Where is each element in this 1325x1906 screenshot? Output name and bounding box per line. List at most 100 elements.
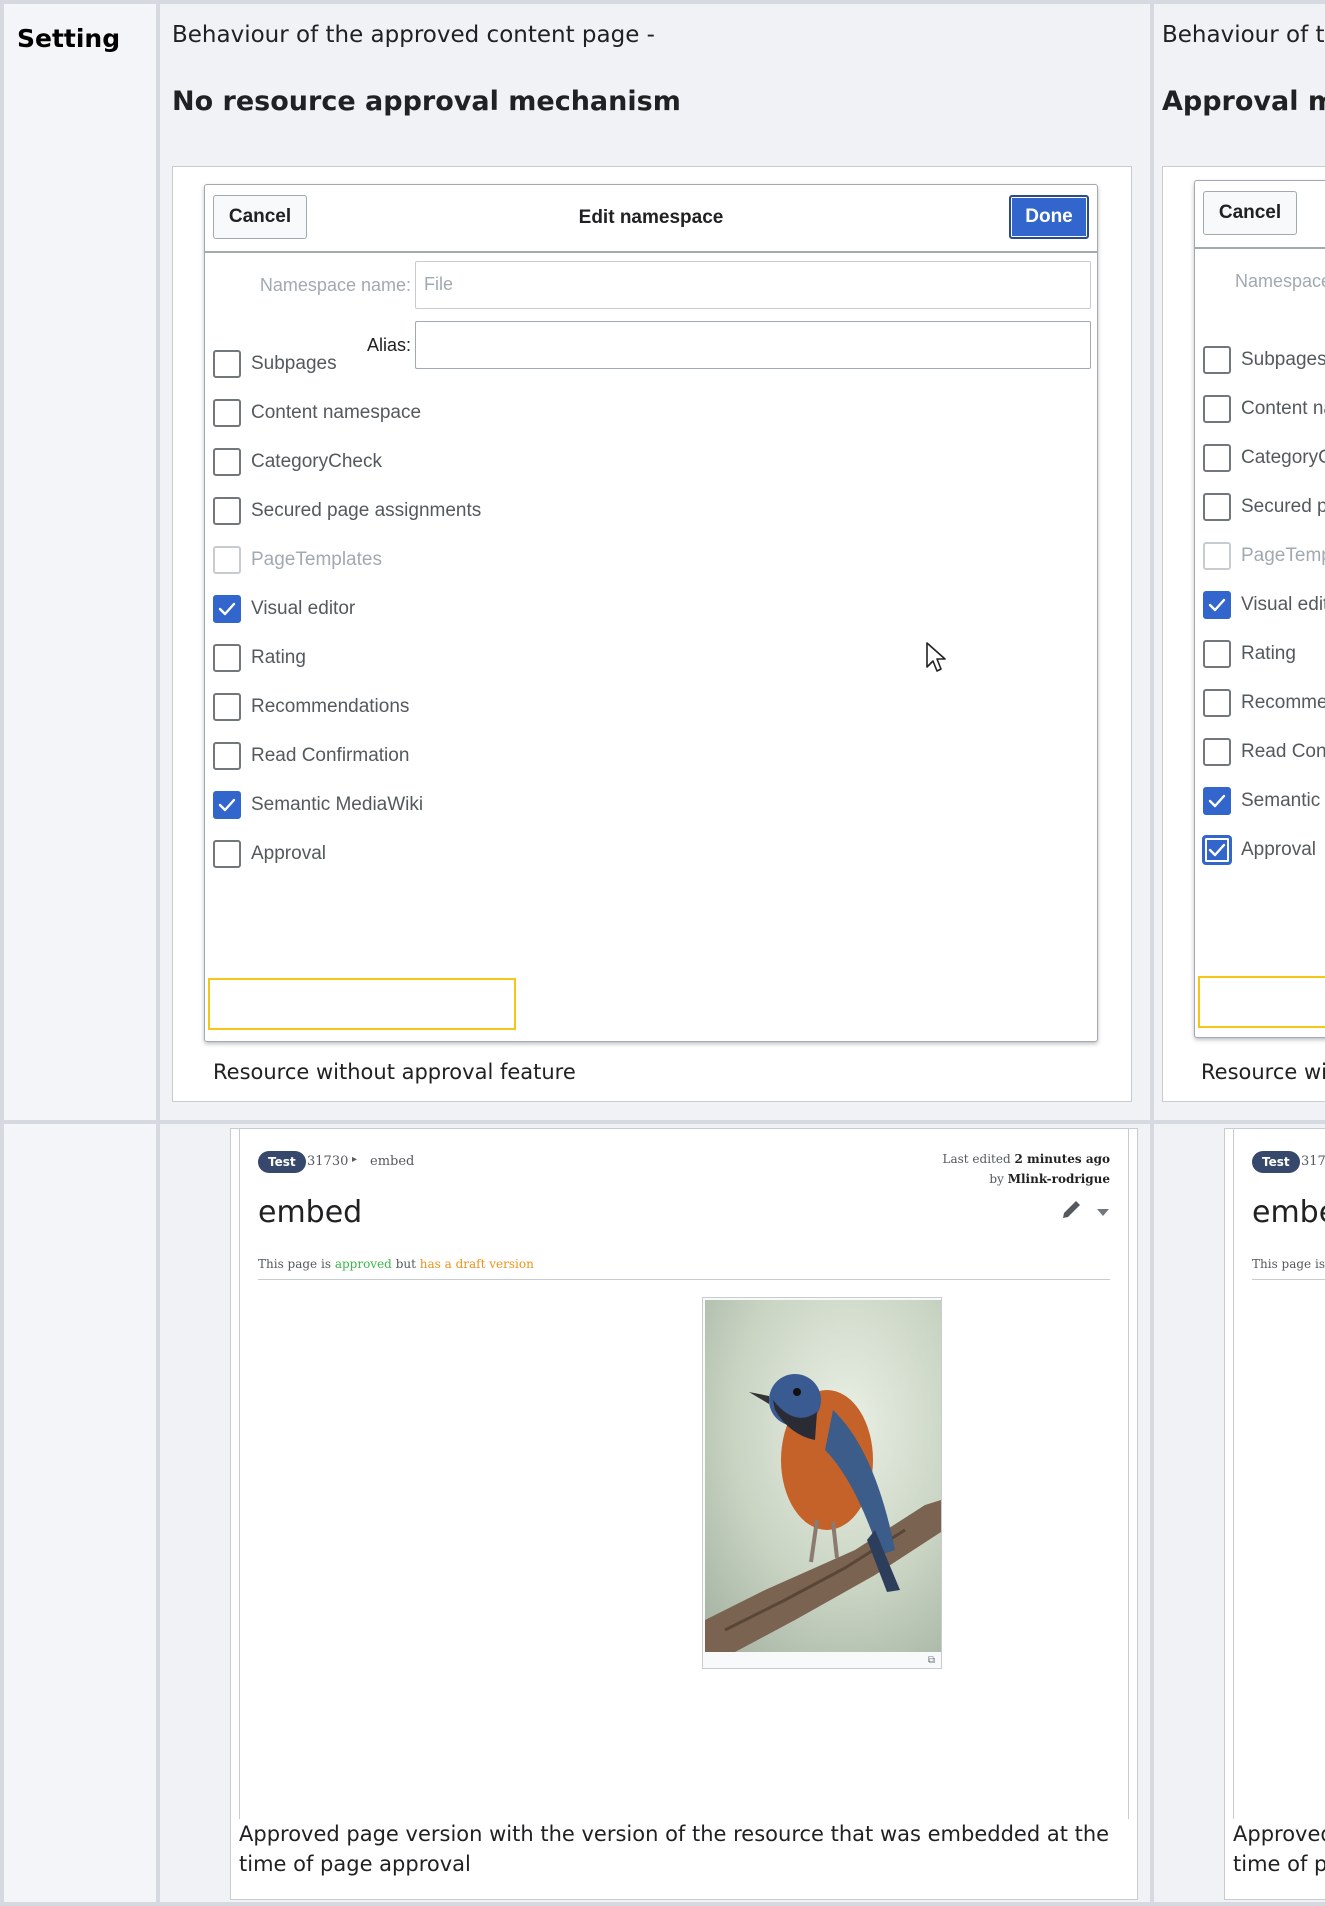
column-title: No resource approval mechanism bbox=[172, 86, 681, 117]
column-clip: Behaviour of the approved content page -… bbox=[1154, 4, 1325, 1120]
option-recommendations[interactable]: Recommendations bbox=[1203, 686, 1325, 720]
checkbox-icon[interactable] bbox=[213, 546, 241, 574]
option-secured-page-assignments[interactable]: Secured page assignments bbox=[1203, 490, 1325, 524]
option-recommendations[interactable]: Recommendations bbox=[213, 690, 409, 724]
breadcrumb-page[interactable]: embed bbox=[370, 1154, 414, 1169]
option-visual-editor[interactable]: Visual editor bbox=[213, 592, 355, 626]
option-label: Semantic MediaWiki bbox=[1241, 790, 1325, 811]
checkbox-icon[interactable] bbox=[1203, 542, 1231, 570]
option-rating[interactable]: Rating bbox=[213, 641, 306, 675]
row-label-cell bbox=[0, 1120, 160, 1906]
last-edited-prefix: Last edited bbox=[942, 1152, 1011, 1166]
option-semantic-mediawiki[interactable]: Semantic MediaWiki bbox=[213, 788, 423, 822]
checkbox-icon[interactable] bbox=[213, 840, 241, 868]
option-label: Secured page assignments bbox=[251, 500, 482, 521]
column-cell-approval: Behaviour of the approved content page -… bbox=[1150, 0, 1325, 1124]
column-intro: Behaviour of the approved content page - bbox=[172, 22, 655, 48]
status-approved[interactable]: approved bbox=[335, 1257, 392, 1271]
option-secured-page-assignments[interactable]: Secured page assignments bbox=[213, 494, 481, 528]
dialog-header: Cancel Edit namespace Done bbox=[205, 185, 1097, 253]
chevron-down-icon[interactable] bbox=[1096, 1203, 1110, 1222]
embedded-image[interactable]: ⧉ bbox=[702, 1297, 942, 1669]
divider bbox=[1252, 1279, 1325, 1280]
option-label: Rating bbox=[251, 647, 306, 668]
dialog-thumbnail: Cancel Edit namespace Done Namespace nam… bbox=[172, 166, 1132, 1102]
option-label: PageTemplates bbox=[251, 549, 382, 570]
checkbox-icon[interactable] bbox=[1203, 444, 1231, 472]
checkbox-icon[interactable] bbox=[213, 350, 241, 378]
option-label: Read Confirmation bbox=[1241, 741, 1325, 762]
option-subpages[interactable]: Subpages bbox=[213, 347, 337, 381]
checkbox-icon[interactable] bbox=[213, 693, 241, 721]
option-label: Visual editor bbox=[1241, 594, 1325, 615]
option-label: Subpages bbox=[251, 353, 337, 374]
checkbox-icon[interactable] bbox=[213, 791, 241, 819]
checkbox-icon[interactable] bbox=[213, 644, 241, 672]
checkbox-icon[interactable] bbox=[1203, 395, 1231, 423]
checkbox-icon[interactable] bbox=[1203, 640, 1231, 668]
namespace-name-label: Namespace name: bbox=[1235, 271, 1325, 291]
option-pagetemplates[interactable]: PageTemplates bbox=[213, 543, 382, 577]
option-content-namespace[interactable]: Content namespace bbox=[213, 396, 421, 430]
enlarge-icon[interactable]: ⧉ bbox=[928, 1655, 935, 1666]
option-categorycheck[interactable]: CategoryCheck bbox=[1203, 441, 1325, 475]
checkbox-icon[interactable] bbox=[1203, 836, 1231, 864]
breadcrumb-id[interactable]: 31730 bbox=[1301, 1154, 1325, 1169]
option-read-confirmation[interactable]: Read Confirmation bbox=[213, 739, 409, 773]
option-visual-editor[interactable]: Visual editor bbox=[1203, 588, 1325, 622]
comparison-table: Setting Behaviour of the approved conten… bbox=[0, 0, 1325, 1906]
header-label: Setting bbox=[17, 24, 121, 53]
page-cell-approval: Test31730▸embedLast edited 2 minutes ago… bbox=[1150, 1120, 1325, 1906]
edit-pencil-icon[interactable] bbox=[1060, 1197, 1084, 1225]
checkbox-icon[interactable] bbox=[1203, 689, 1231, 717]
alias-field[interactable] bbox=[415, 321, 1091, 369]
namespace-badge[interactable]: Test bbox=[1252, 1151, 1300, 1173]
checkbox-icon[interactable] bbox=[213, 399, 241, 427]
option-label: CategoryCheck bbox=[251, 451, 382, 472]
option-pagetemplates[interactable]: PageTemplates bbox=[1203, 539, 1325, 573]
option-approval[interactable]: Approval bbox=[1203, 833, 1316, 867]
page-caption: Approved page version with the version o… bbox=[239, 1822, 1110, 1876]
checkbox-icon[interactable] bbox=[213, 448, 241, 476]
option-label: Approval bbox=[1241, 839, 1316, 860]
option-rating[interactable]: Rating bbox=[1203, 637, 1296, 671]
checkbox-icon[interactable] bbox=[213, 595, 241, 623]
dialog-caption: Resource with approval feature bbox=[1201, 1060, 1325, 1084]
option-label: Secured page assignments bbox=[1241, 496, 1325, 517]
namespace-badge[interactable]: Test bbox=[258, 1151, 306, 1173]
option-label: PageTemplates bbox=[1241, 545, 1325, 566]
checkbox-icon[interactable] bbox=[1203, 738, 1231, 766]
divider bbox=[258, 1279, 1110, 1280]
breadcrumb-id[interactable]: 31730 bbox=[307, 1154, 348, 1169]
last-edited-time[interactable]: 2 minutes ago bbox=[1014, 1152, 1110, 1166]
mouse-cursor-icon bbox=[926, 642, 946, 672]
page-thumbnail: Test31730 ▸ embed Last edited 2 minutes ago… bbox=[230, 1128, 1138, 1900]
option-content-namespace[interactable]: Content namespace bbox=[1203, 392, 1325, 426]
checkbox-icon[interactable] bbox=[1203, 346, 1231, 374]
option-label: Approval bbox=[251, 843, 326, 864]
status-mid: but bbox=[395, 1257, 416, 1271]
checkbox-icon[interactable] bbox=[1203, 591, 1231, 619]
option-semantic-mediawiki[interactable]: Semantic MediaWiki bbox=[1203, 784, 1325, 818]
last-edited-info: Last edited 2 minutes ago by Mlink-rodrig… bbox=[943, 1149, 1111, 1189]
option-categorycheck[interactable]: CategoryCheck bbox=[213, 445, 382, 479]
option-label: Rating bbox=[1241, 643, 1296, 664]
option-read-confirmation[interactable]: Read Confirmation bbox=[1203, 735, 1325, 769]
approval-status: This page is approved but has a draft ve… bbox=[258, 1257, 534, 1271]
checkbox-icon[interactable] bbox=[1203, 787, 1231, 815]
checkbox-icon[interactable] bbox=[213, 497, 241, 525]
status-prefix: This page is bbox=[1252, 1257, 1325, 1271]
done-button[interactable]: Done bbox=[1009, 195, 1089, 239]
checkbox-icon[interactable] bbox=[213, 742, 241, 770]
option-subpages[interactable]: Subpages bbox=[1203, 343, 1325, 377]
column-intro: Behaviour of the approved content page - bbox=[1162, 22, 1325, 48]
wiki-page-card: Test31730▸embedLast edited 2 minutes ago… bbox=[1233, 1129, 1325, 1819]
option-label: Recommendations bbox=[1241, 692, 1325, 713]
option-approval[interactable]: Approval bbox=[213, 837, 326, 871]
status-draft-link[interactable]: has a draft version bbox=[420, 1257, 534, 1271]
option-label: CategoryCheck bbox=[1241, 447, 1325, 468]
option-label: Content namespace bbox=[1241, 398, 1325, 419]
author-link[interactable]: Mlink-rodrigue bbox=[1008, 1172, 1110, 1186]
checkbox-icon[interactable] bbox=[1203, 493, 1231, 521]
breadcrumb-separator-icon: ▸ bbox=[352, 1154, 358, 1165]
